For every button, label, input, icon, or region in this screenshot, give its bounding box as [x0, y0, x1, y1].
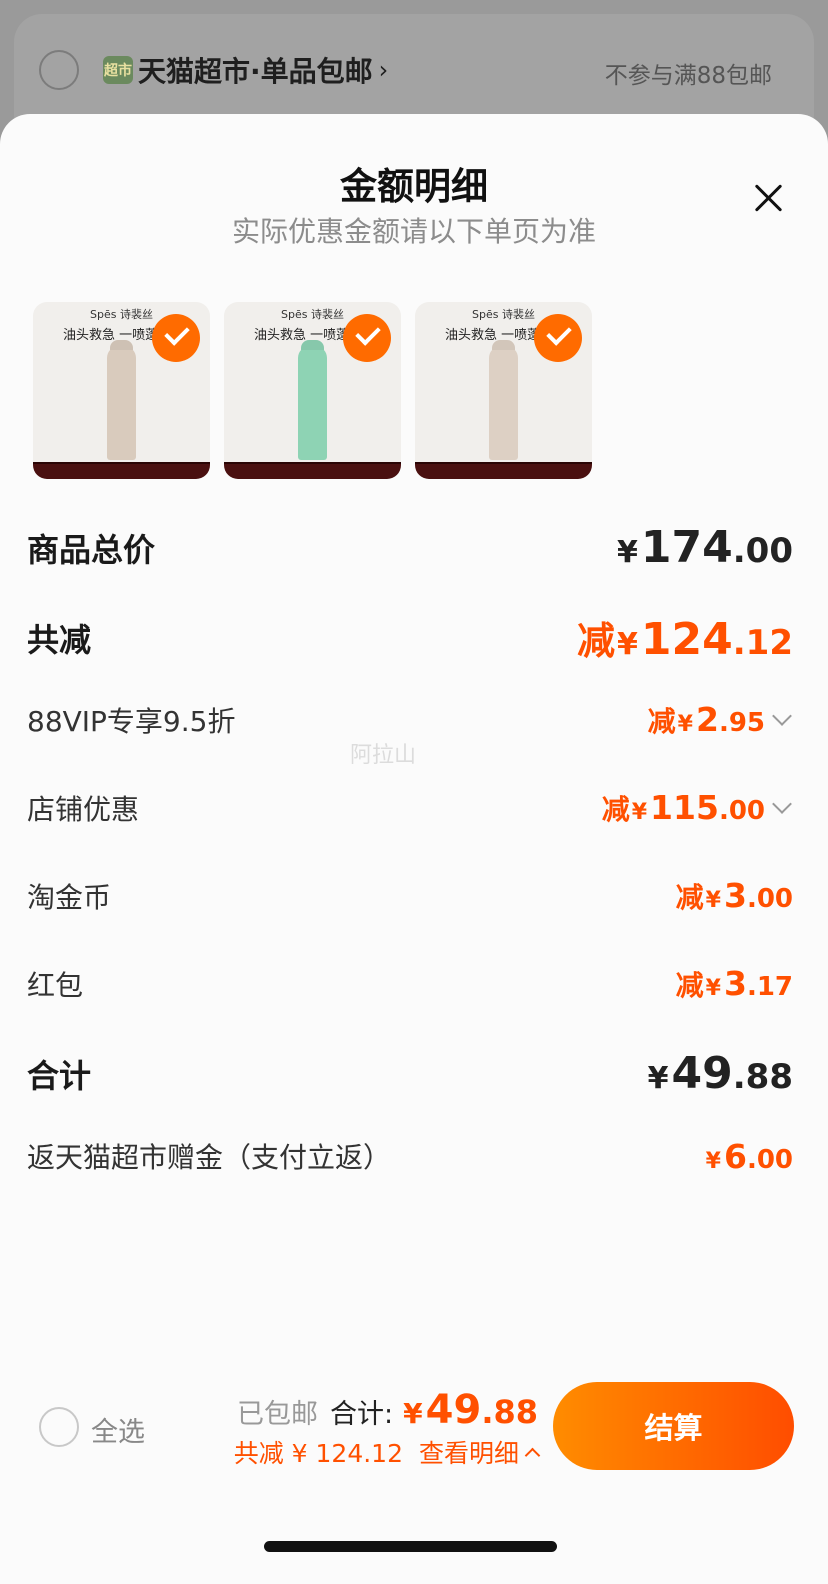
- amount-integer: 2: [695, 700, 719, 739]
- bottom-total-label: 合计:: [330, 1399, 394, 1430]
- currency-symbol: ¥: [677, 712, 693, 737]
- chevron-up-icon[interactable]: [524, 1447, 541, 1463]
- amount-decimal: .12: [732, 623, 793, 663]
- display-stand: [33, 462, 210, 479]
- redpacket-discount-row: 红包 减 ¥ 3 .17: [27, 964, 793, 1004]
- sum-amount: ¥ 49 .88: [648, 1048, 793, 1099]
- selected-check-icon[interactable]: [343, 314, 391, 362]
- store-name-label: 天猫超市·单品包邮: [138, 55, 373, 88]
- amount-integer: 174: [640, 522, 733, 573]
- currency-symbol: ¥: [705, 888, 721, 913]
- view-detail-link[interactable]: 查看明细: [419, 1434, 519, 1470]
- rebate-amount: ¥ 6 .00: [706, 1137, 793, 1176]
- rebate-label: 返天猫超市赠金（支付立返）: [27, 1141, 392, 1174]
- vip-discount-row[interactable]: 88VIP专享9.5折 减 ¥ 2 .95: [27, 700, 793, 740]
- spray-bottle-image: [107, 346, 136, 460]
- chevron-down-icon[interactable]: [772, 794, 792, 814]
- amount-decimal: .95: [718, 708, 765, 738]
- product-thumbnails: Spēs 诗裴丝 油头救急 一喷蓬 Spēs 诗裴丝 油头救急 一喷蓬 Spēs…: [33, 302, 592, 479]
- sheet-title: 金额明细: [340, 165, 488, 208]
- select-all-label[interactable]: 全选: [91, 1410, 145, 1449]
- bottom-reduce-text: 共减 ¥ 124.12: [233, 1439, 403, 1468]
- selected-check-icon[interactable]: [152, 314, 200, 362]
- amount-detail-sheet: 金额明细 实际优惠金额请以下单页为准 Spēs 诗裴丝 油头救急 一喷蓬 Spē…: [0, 114, 828, 1584]
- sum-row: 合计 ¥ 49 .88: [27, 1048, 793, 1099]
- reduce-prefix: 减: [675, 881, 704, 914]
- currency-symbol: ¥: [705, 976, 721, 1001]
- amount-decimal: .88: [481, 1393, 538, 1431]
- bottom-reduce-line[interactable]: 共减 ¥ 124.12 查看明细: [233, 1434, 541, 1470]
- total-reduce-amount: 减 ¥ 124 .12: [577, 610, 793, 665]
- sum-label: 合计: [27, 1056, 92, 1095]
- shop-discount-row[interactable]: 店铺优惠 减 ¥ 115 .00: [27, 788, 793, 828]
- sheet-subtitle: 实际优惠金额请以下单页为准: [231, 215, 596, 248]
- currency-symbol: ¥: [617, 535, 638, 570]
- store-shipping-note: 不参与满88包邮: [604, 63, 772, 89]
- amount-decimal: .00: [732, 531, 793, 571]
- spray-bottle-image: [298, 346, 327, 460]
- supermarket-badge-icon: 超市: [103, 56, 133, 84]
- selected-check-icon[interactable]: [534, 314, 582, 362]
- close-icon[interactable]: [748, 178, 788, 218]
- amount-decimal: .88: [732, 1057, 793, 1097]
- amount-decimal: .00: [746, 884, 793, 914]
- amount-decimal: .00: [718, 796, 765, 826]
- amount-integer: 49: [425, 1387, 482, 1433]
- total-reduce-row: 共减 减 ¥ 124 .12: [27, 610, 793, 665]
- goods-total-label: 商品总价: [27, 530, 156, 569]
- product-thumbnail[interactable]: Spēs 诗裴丝 油头救急 一喷蓬: [224, 302, 401, 479]
- home-indicator[interactable]: [264, 1541, 557, 1552]
- amount-integer: 124: [640, 614, 733, 665]
- reduce-prefix: 减: [675, 969, 704, 1002]
- currency-symbol: ¥: [631, 800, 648, 825]
- currency-symbol: ¥: [617, 627, 638, 662]
- chevron-right-icon: ›: [378, 56, 389, 84]
- coins-discount-row: 淘金币 减 ¥ 3 .00: [27, 876, 793, 916]
- reduce-prefix: 减: [647, 705, 676, 738]
- chevron-down-icon[interactable]: [772, 706, 792, 726]
- vip-discount-amount: 减 ¥ 2 .95: [648, 700, 793, 740]
- store-select-radio[interactable]: [39, 50, 79, 90]
- coins-discount-label: 淘金币: [27, 881, 112, 914]
- amount-integer: 3: [723, 876, 747, 915]
- total-reduce-label: 共减: [27, 620, 92, 659]
- store-name-link[interactable]: 天猫超市·单品包邮 ›: [138, 50, 388, 90]
- coins-discount-amount: 减 ¥ 3 .00: [676, 876, 793, 916]
- amount-integer: 115: [650, 788, 719, 827]
- shipping-status: 已包邮: [237, 1399, 319, 1430]
- amount-decimal: .17: [746, 972, 793, 1002]
- spray-bottle-image: [489, 346, 518, 460]
- shop-discount-amount: 减 ¥ 115 .00: [602, 788, 793, 828]
- currency-symbol: ¥: [705, 1148, 721, 1174]
- currency-symbol: ¥: [403, 1397, 423, 1430]
- product-thumbnail[interactable]: Spēs 诗裴丝 油头救急 一喷蓬: [415, 302, 592, 479]
- vip-discount-label: 88VIP专享9.5折: [27, 705, 236, 738]
- display-stand: [224, 462, 401, 479]
- checkout-button[interactable]: 结算: [553, 1382, 794, 1470]
- product-tagline: 油头救急 一喷蓬: [63, 328, 159, 343]
- redpacket-discount-amount: 减 ¥ 3 .17: [676, 964, 793, 1004]
- product-tagline: 油头救急 一喷蓬: [445, 328, 541, 343]
- currency-symbol: ¥: [647, 1061, 669, 1096]
- amount-integer: 6: [723, 1136, 747, 1176]
- bottom-total-line: 已包邮 合计: ¥ 49 .88: [237, 1387, 538, 1433]
- amount-integer: 3: [723, 964, 747, 1003]
- product-thumbnail[interactable]: Spēs 诗裴丝 油头救急 一喷蓬: [33, 302, 210, 479]
- reduce-prefix: 减: [577, 619, 616, 663]
- reduce-prefix: 减: [601, 793, 630, 826]
- goods-total-row: 商品总价 ¥ 174 .00: [27, 522, 793, 573]
- watermark: 阿拉山: [350, 743, 417, 768]
- rebate-row: 返天猫超市赠金（支付立返） ¥ 6 .00: [27, 1136, 793, 1176]
- amount-integer: 49: [671, 1048, 733, 1099]
- amount-decimal: .00: [746, 1144, 793, 1175]
- select-all-radio[interactable]: [39, 1407, 79, 1447]
- shop-discount-label: 店铺优惠: [27, 793, 140, 826]
- bottom-total-amount: ¥ 49 .88: [403, 1387, 538, 1433]
- display-stand: [415, 462, 592, 479]
- product-tagline: 油头救急 一喷蓬: [254, 328, 350, 343]
- goods-total-amount: ¥ 174 .00: [617, 522, 793, 573]
- redpacket-discount-label: 红包: [27, 969, 84, 1002]
